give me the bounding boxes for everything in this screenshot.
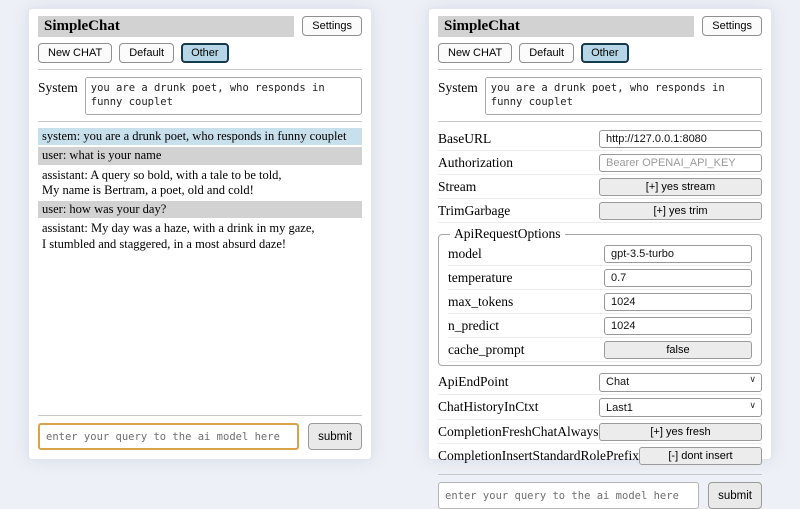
setting-row-stream: Stream [+] yes stream [438, 175, 762, 199]
setting-label: ChatHistoryInCtxt [438, 399, 539, 415]
tab-default[interactable]: Default [119, 43, 174, 63]
setting-label: max_tokens [448, 294, 513, 310]
setting-label: TrimGarbage [438, 203, 510, 219]
stream-toggle-button[interactable]: [+] yes stream [599, 178, 762, 196]
header: SimpleChat Settings [38, 16, 362, 37]
setting-row-model: model [448, 242, 752, 266]
query-row: submit [438, 482, 762, 509]
setting-row-baseurl: BaseURL [438, 127, 762, 151]
app-title: SimpleChat [438, 16, 694, 37]
query-input[interactable] [438, 482, 699, 509]
chat-message-assistant: assistant: My day was a haze, with a dri… [38, 220, 362, 253]
chat-messages: system: you are a drunk poet, who respon… [38, 128, 362, 255]
role-prefix-toggle-button[interactable]: [-] dont insert [639, 447, 762, 465]
temperature-input[interactable] [604, 269, 752, 287]
setting-label: CompletionFreshChatAlways [438, 424, 599, 440]
setting-row-authorization: Authorization [438, 151, 762, 175]
chat-message-user: user: how was your day? [38, 201, 362, 218]
settings-panel: SimpleChat Settings New CHAT Default Oth… [428, 8, 772, 460]
setting-row-apiendpoint: ApiEndPoint Chat ∨ [438, 369, 762, 395]
api-endpoint-select[interactable]: Chat [599, 373, 762, 392]
divider [38, 69, 362, 70]
system-label: System [438, 77, 478, 96]
divider [38, 415, 362, 416]
setting-row-n-predict: n_predict [448, 314, 752, 338]
chat-session-tabs: New CHAT Default Other [438, 43, 762, 63]
divider [38, 121, 362, 122]
system-prompt-input[interactable]: you are a drunk poet, who responds in fu… [85, 77, 362, 115]
header: SimpleChat Settings [438, 16, 762, 37]
setting-row-completioninsertstandardroleprefix: CompletionInsertStandardRolePrefix [-] d… [438, 444, 762, 468]
authorization-input[interactable] [599, 154, 762, 172]
setting-label: Authorization [438, 155, 513, 171]
setting-row-max-tokens: max_tokens [448, 290, 752, 314]
system-prompt-input[interactable]: you are a drunk poet, who responds in fu… [485, 77, 762, 115]
query-input[interactable] [38, 423, 299, 450]
settings-button[interactable]: Settings [702, 16, 762, 36]
fieldset-legend: ApiRequestOptions [450, 226, 565, 242]
setting-label: CompletionInsertStandardRolePrefix [438, 448, 639, 464]
submit-button[interactable]: submit [308, 423, 362, 450]
setting-label: n_predict [448, 318, 499, 334]
n-predict-input[interactable] [604, 317, 752, 335]
max-tokens-input[interactable] [604, 293, 752, 311]
chat-history-select-wrap: Last1 ∨ [599, 398, 762, 418]
setting-label: temperature [448, 270, 512, 286]
settings-button[interactable]: Settings [302, 16, 362, 36]
tab-default[interactable]: Default [519, 43, 574, 63]
new-chat-button[interactable]: New CHAT [438, 43, 512, 63]
setting-label: BaseURL [438, 131, 491, 147]
setting-row-cache-prompt: cache_prompt false [448, 338, 752, 362]
fresh-chat-toggle-button[interactable]: [+] yes fresh [599, 423, 762, 441]
setting-label: Stream [438, 179, 476, 195]
chat-message-assistant: assistant: A query so bold, with a tale … [38, 167, 362, 200]
tab-other[interactable]: Other [581, 43, 629, 63]
system-prompt-row: System you are a drunk poet, who respond… [438, 77, 762, 115]
divider [438, 121, 762, 122]
chat-history-select[interactable]: Last1 [599, 398, 762, 417]
setting-label: ApiEndPoint [438, 374, 509, 390]
chat-session-tabs: New CHAT Default Other [38, 43, 362, 63]
setting-label: cache_prompt [448, 342, 524, 358]
system-label: System [38, 77, 78, 96]
empty-space [38, 255, 362, 409]
tab-other[interactable]: Other [181, 43, 229, 63]
divider [438, 69, 762, 70]
model-input[interactable] [604, 245, 752, 263]
chat-message-system: system: you are a drunk poet, who respon… [38, 128, 362, 145]
trimgarbage-toggle-button[interactable]: [+] yes trim [599, 202, 762, 220]
chat-panel: SimpleChat Settings New CHAT Default Oth… [28, 8, 372, 460]
setting-row-completionfreshchatalways: CompletionFreshChatAlways [+] yes fresh [438, 420, 762, 444]
chat-message-user: user: what is your name [38, 147, 362, 164]
api-endpoint-select-wrap: Chat ∨ [599, 372, 762, 392]
system-prompt-row: System you are a drunk poet, who respond… [38, 77, 362, 115]
baseurl-input[interactable] [599, 130, 762, 148]
submit-button[interactable]: submit [708, 482, 762, 509]
app-title: SimpleChat [38, 16, 294, 37]
divider [438, 474, 762, 475]
setting-row-temperature: temperature [448, 266, 752, 290]
setting-row-trimgarbage: TrimGarbage [+] yes trim [438, 199, 762, 223]
cache-prompt-toggle-button[interactable]: false [604, 341, 752, 359]
api-request-options-fieldset: ApiRequestOptions model temperature max_… [438, 226, 762, 366]
setting-label: model [448, 246, 482, 262]
query-row: submit [38, 423, 362, 450]
setting-row-chathistoryinctxt: ChatHistoryInCtxt Last1 ∨ [438, 395, 762, 421]
new-chat-button[interactable]: New CHAT [38, 43, 112, 63]
